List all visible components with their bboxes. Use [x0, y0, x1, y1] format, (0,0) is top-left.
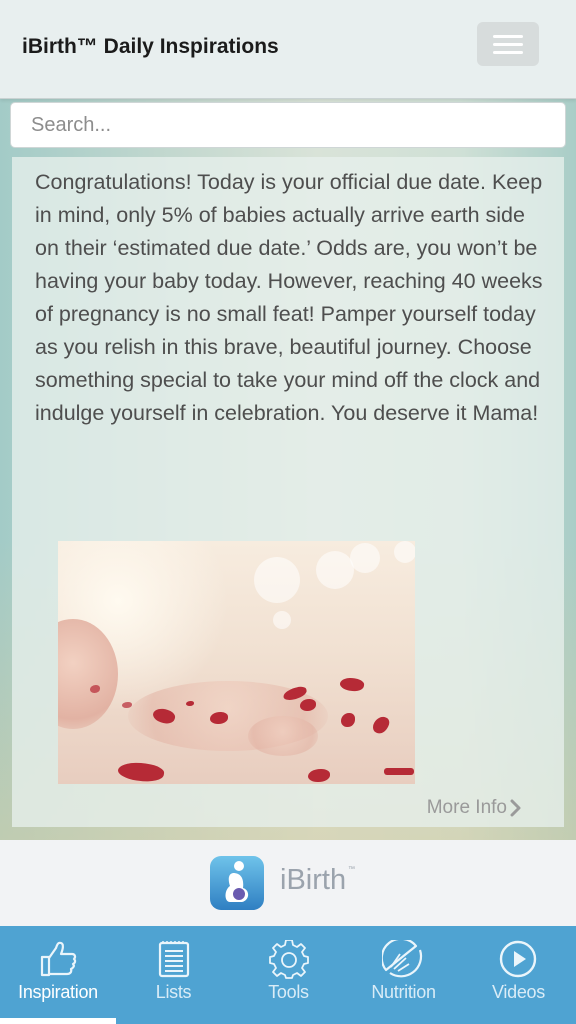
tab-nutrition[interactable]: Nutrition [346, 926, 461, 1024]
more-info-link[interactable]: More Info [427, 797, 522, 819]
brand-trademark: ™ [348, 866, 355, 873]
thumbs-up-icon [40, 941, 77, 977]
tab-videos[interactable]: Videos [461, 926, 576, 1024]
tab-lists[interactable]: Lists [116, 926, 231, 1024]
tab-label: Lists [155, 982, 192, 1002]
ibirth-logo-icon [210, 856, 264, 910]
search-input[interactable] [29, 103, 553, 147]
tab-label: Inspiration [18, 982, 98, 1002]
gear-icon [269, 940, 309, 979]
tab-label: Nutrition [371, 982, 436, 1002]
list-icon [158, 941, 190, 978]
citrus-icon [382, 940, 423, 978]
search-box[interactable] [10, 102, 566, 148]
menu-button[interactable] [477, 22, 539, 66]
page-title: iBirth™ Daily Inspirations [22, 35, 279, 58]
tab-bar: Inspiration Lists Tools Nutrition Videos [0, 926, 576, 1024]
active-tab-indicator [0, 1018, 116, 1024]
tab-label: Videos [492, 982, 545, 1002]
tab-label: Tools [268, 982, 309, 1002]
more-info-label: More Info [426, 797, 507, 818]
inspiration-card: Congratulations! Today is your official … [12, 157, 564, 827]
hamburger-menu-icon [493, 35, 523, 38]
inspiration-photo [58, 541, 415, 784]
tab-tools[interactable]: Tools [231, 926, 346, 1024]
app-header: iBirth™ Daily Inspirations [0, 0, 576, 99]
brand-name: iBirth [280, 864, 347, 896]
tab-inspiration[interactable]: Inspiration [0, 926, 116, 1024]
inspiration-text: Congratulations! Today is your official … [35, 170, 543, 425]
play-icon [499, 940, 537, 978]
chevron-right-icon [510, 799, 521, 817]
